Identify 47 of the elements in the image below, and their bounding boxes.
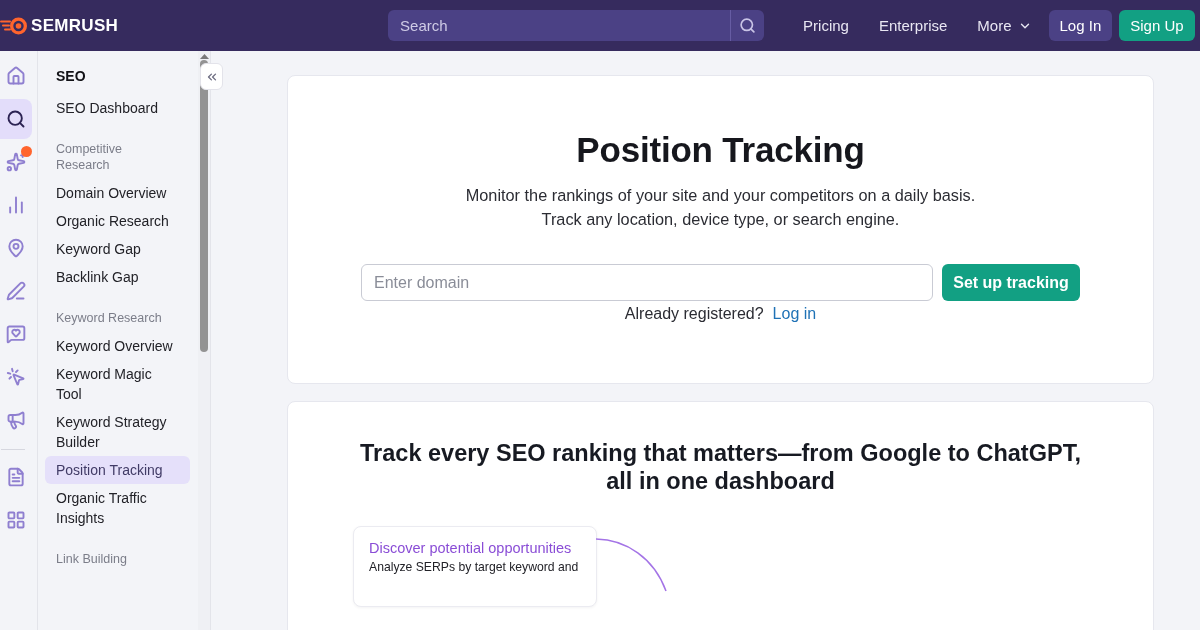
section-heading: Link Building xyxy=(55,551,128,567)
section-title: Track every SEO ranking that matters—from Google to ChatGPT, all in one dashboard xyxy=(359,439,1082,495)
nav-item[interactable]: Keyword Magic Tool xyxy=(45,360,190,408)
scrollbar-thumb[interactable] xyxy=(200,60,208,352)
description-text: Track any location, device type, or search engine. xyxy=(541,209,900,230)
section-heading: Competitive Research xyxy=(55,141,123,173)
curve-line xyxy=(596,538,668,592)
section-heading: Keyword Research xyxy=(55,310,163,326)
nav-link[interactable]: Enterprise xyxy=(878,17,948,34)
sparkles-icon xyxy=(6,152,26,172)
nav-item[interactable]: Backlink Gap xyxy=(45,263,190,291)
nav-item[interactable]: Keyword Strategy Builder xyxy=(45,408,190,456)
login-prompt-text: Already registered? xyxy=(624,304,764,324)
feature-title: Discover potential opportunities xyxy=(369,539,573,557)
scroll-up-arrow-icon[interactable] xyxy=(199,54,209,59)
magnifier-icon xyxy=(6,109,26,129)
nav-item[interactable]: SEO Dashboard xyxy=(45,94,190,122)
description-text: Monitor the rankings of your site and your competitors on a daily basis. xyxy=(465,185,976,206)
heart-message-icon xyxy=(6,324,26,344)
domain-input-field[interactable]: Enter domain xyxy=(361,264,933,301)
nav-item[interactable]: Organic Research xyxy=(45,207,190,235)
cursor-click-icon xyxy=(6,367,26,387)
map-pin-icon xyxy=(6,238,26,258)
panel-title: SEO xyxy=(55,67,87,86)
nav-link[interactable]: Pricing xyxy=(803,17,849,34)
feature-text: Analyze SERPs by target keyword and xyxy=(369,559,580,576)
app-grid-icon xyxy=(6,510,26,530)
search-icon xyxy=(739,17,757,34)
megaphone-icon xyxy=(6,410,26,430)
log-in-button[interactable]: Log In xyxy=(1048,10,1113,41)
document-icon xyxy=(6,467,26,487)
nav-item[interactable]: Keyword Overview xyxy=(45,332,190,360)
collapse-button[interactable] xyxy=(200,63,223,90)
rail-button[interactable] xyxy=(0,99,32,139)
log-in-link[interactable]: Log in xyxy=(772,304,817,324)
logo[interactable]: SEMRUSH xyxy=(0,14,119,37)
search-button[interactable] xyxy=(730,10,765,41)
pencil-icon xyxy=(6,281,26,301)
nav-item[interactable]: Keyword Gap xyxy=(45,235,190,263)
nav-item[interactable]: Position Tracking xyxy=(45,456,190,484)
page-title: Position Tracking xyxy=(576,129,865,171)
nav-item[interactable]: Domain Overview xyxy=(45,179,190,207)
search-field[interactable]: Search xyxy=(388,10,731,41)
more-menu-button[interactable]: More xyxy=(977,17,1032,34)
bar-chart-icon xyxy=(6,195,26,215)
house-icon xyxy=(6,66,26,86)
nav-item[interactable]: Organic Traffic Insights xyxy=(45,484,190,532)
